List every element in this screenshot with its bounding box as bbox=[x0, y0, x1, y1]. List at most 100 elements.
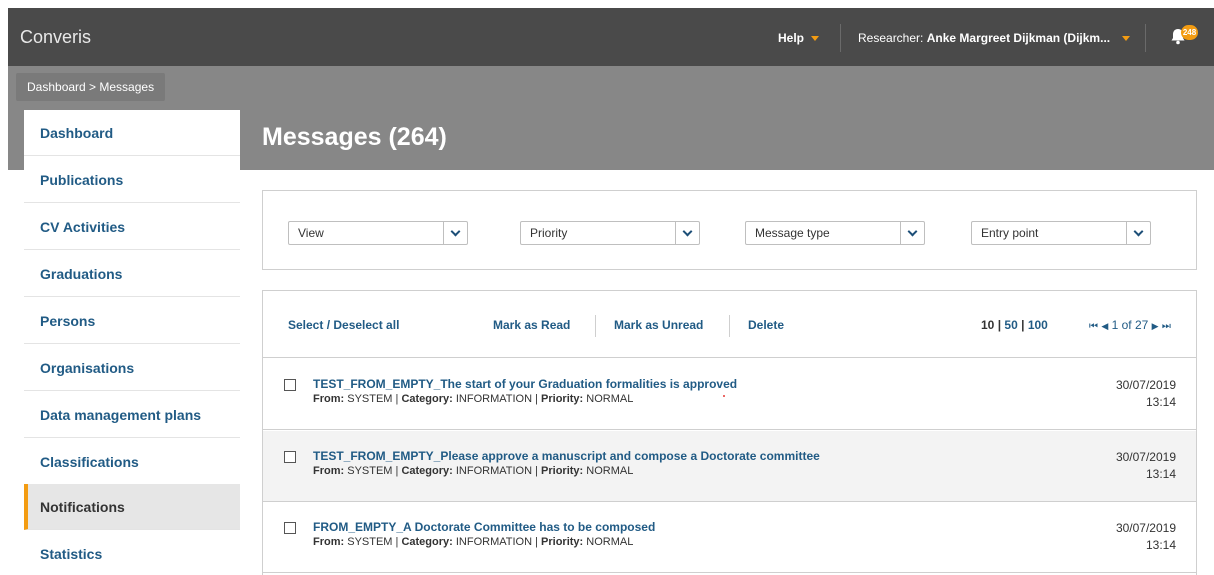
message-meta: From: SYSTEM | Category: INFORMATION | P… bbox=[313, 465, 633, 477]
message-checkbox[interactable] bbox=[284, 379, 296, 391]
page-size-separator: | bbox=[997, 318, 1002, 332]
meta-separator: | bbox=[395, 536, 399, 548]
pagination: ⏮ ◀ 1 of 27 ▶ ⏭ bbox=[1089, 318, 1171, 332]
page-size-selector: 10 | 50 | 100 bbox=[981, 318, 1048, 332]
notification-count-badge: 248 bbox=[1181, 25, 1198, 40]
message-title-link[interactable]: FROM_EMPTY_A Doctorate Committee has to … bbox=[313, 520, 655, 534]
meta-separator: | bbox=[535, 393, 538, 405]
sidebar-item-dashboard[interactable]: Dashboard bbox=[24, 110, 240, 156]
message-type-select-value: Message type bbox=[755, 226, 830, 240]
message-category: INFORMATION bbox=[455, 393, 533, 405]
message-priority: NORMAL bbox=[586, 465, 634, 477]
page-size-separator: | bbox=[1021, 318, 1025, 332]
divider bbox=[840, 24, 841, 52]
next-page-icon[interactable]: ▶ bbox=[1152, 321, 1159, 331]
breadcrumb[interactable]: Dashboard > Messages bbox=[16, 73, 166, 101]
view-select[interactable]: View bbox=[288, 221, 468, 245]
researcher-prefix: Researcher: bbox=[858, 31, 924, 45]
select-deselect-all-link[interactable]: Select / Deselect all bbox=[288, 318, 399, 332]
sidebar-item-graduations[interactable]: Graduations bbox=[24, 251, 240, 297]
sidebar-item-persons[interactable]: Persons bbox=[24, 298, 240, 344]
help-label: Help bbox=[778, 31, 805, 45]
priority-label: Priority: bbox=[541, 465, 584, 477]
category-label: Category: bbox=[401, 393, 453, 405]
unread-dot bbox=[723, 395, 725, 397]
priority-label: Priority: bbox=[541, 536, 584, 548]
meta-separator: | bbox=[395, 465, 399, 477]
message-datetime: 30/07/2019 13:14 bbox=[1116, 520, 1176, 554]
view-select-value: View bbox=[298, 226, 324, 240]
page-title: Messages (264) bbox=[262, 123, 447, 151]
sidebar-item-notifications[interactable]: Notifications bbox=[24, 484, 240, 530]
priority-select-toggle[interactable] bbox=[675, 222, 699, 244]
from-label: From: bbox=[313, 465, 345, 477]
message-priority: NORMAL bbox=[586, 536, 634, 548]
priority-select-value: Priority bbox=[530, 226, 568, 240]
message-row: TEST_FROM_EMPTY_Please approve a manuscr… bbox=[263, 431, 1196, 502]
meta-separator: | bbox=[395, 393, 399, 405]
last-page-icon[interactable]: ⏭ bbox=[1162, 321, 1171, 332]
category-label: Category: bbox=[401, 465, 453, 477]
mark-as-read-link[interactable]: Mark as Read bbox=[493, 318, 570, 332]
entry-point-select-toggle[interactable] bbox=[1126, 222, 1150, 244]
page-size-100[interactable]: 100 bbox=[1028, 318, 1048, 332]
researcher-name: Anke Margreet Dijkman (Dijkm... bbox=[926, 31, 1111, 45]
message-category: INFORMATION bbox=[455, 536, 533, 548]
prev-page-icon[interactable]: ◀ bbox=[1101, 321, 1108, 331]
page-size-10[interactable]: 10 bbox=[981, 318, 994, 332]
view-select-toggle[interactable] bbox=[443, 222, 467, 244]
message-from: SYSTEM bbox=[347, 536, 393, 548]
message-from: SYSTEM bbox=[347, 465, 393, 477]
sidebar-item-organisations[interactable]: Organisations bbox=[24, 345, 240, 391]
message-type-select-toggle[interactable] bbox=[900, 222, 924, 244]
list-actions-bar: Select / Deselect all Mark as Read Mark … bbox=[263, 291, 1196, 358]
message-checkbox[interactable] bbox=[284, 451, 296, 463]
divider bbox=[595, 315, 596, 337]
sidebar-item-cv-activities[interactable]: CV Activities bbox=[24, 204, 240, 250]
message-meta: From: SYSTEM | Category: INFORMATION | P… bbox=[313, 393, 633, 405]
message-meta: From: SYSTEM | Category: INFORMATION | P… bbox=[313, 536, 633, 548]
message-from: SYSTEM bbox=[347, 393, 393, 405]
page-info: 1 of 27 bbox=[1111, 318, 1149, 332]
first-page-icon[interactable]: ⏮ bbox=[1089, 321, 1098, 332]
message-date: 30/07/2019 bbox=[1115, 450, 1176, 464]
researcher-menu[interactable]: Researcher: Anke Margreet Dijkman (Dijkm… bbox=[858, 31, 1131, 45]
message-checkbox[interactable] bbox=[284, 522, 296, 534]
caret-down-icon bbox=[811, 36, 820, 42]
message-row: TEST_FROM_EMPTY_The start of your Gradua… bbox=[263, 359, 1196, 430]
divider bbox=[729, 315, 730, 337]
caret-down-icon bbox=[1122, 36, 1131, 42]
message-priority: NORMAL bbox=[586, 393, 634, 405]
entry-point-select-value: Entry point bbox=[981, 226, 1039, 240]
entry-point-select[interactable]: Entry point bbox=[971, 221, 1151, 245]
filter-panel: View Priority Message type Entry point bbox=[262, 190, 1197, 270]
sidebar-item-publications[interactable]: Publications bbox=[24, 157, 240, 203]
meta-separator: | bbox=[535, 536, 538, 548]
sidebar-nav: Dashboard Publications CV Activities Gra… bbox=[24, 110, 240, 575]
priority-select[interactable]: Priority bbox=[520, 221, 700, 245]
message-datetime: 30/07/2019 13:14 bbox=[1116, 377, 1176, 411]
message-type-select[interactable]: Message type bbox=[745, 221, 925, 245]
from-label: From: bbox=[313, 536, 345, 548]
help-menu[interactable]: Help bbox=[778, 31, 820, 45]
chevron-down-icon bbox=[450, 226, 461, 237]
message-time: 13:14 bbox=[1145, 538, 1176, 552]
chevron-down-icon bbox=[682, 226, 693, 237]
delete-link[interactable]: Delete bbox=[748, 318, 784, 332]
app-logo[interactable]: Converis bbox=[20, 27, 91, 48]
sidebar-item-classifications[interactable]: Classifications bbox=[24, 439, 240, 485]
sidebar-item-data-management-plans[interactable]: Data management plans bbox=[24, 392, 240, 438]
divider bbox=[1145, 24, 1146, 52]
message-title-link[interactable]: TEST_FROM_EMPTY_Please approve a manuscr… bbox=[313, 449, 820, 463]
mark-as-unread-link[interactable]: Mark as Unread bbox=[614, 318, 703, 332]
message-date: 30/07/2019 bbox=[1115, 521, 1176, 535]
page-size-50[interactable]: 50 bbox=[1004, 318, 1017, 332]
from-label: From: bbox=[313, 393, 345, 405]
message-list: Select / Deselect all Mark as Read Mark … bbox=[262, 290, 1197, 575]
message-category: INFORMATION bbox=[455, 465, 533, 477]
chevron-down-icon bbox=[1133, 226, 1144, 237]
sidebar-item-statistics[interactable]: Statistics bbox=[24, 531, 240, 575]
meta-separator: | bbox=[535, 465, 538, 477]
message-title-link[interactable]: TEST_FROM_EMPTY_The start of your Gradua… bbox=[313, 377, 737, 391]
priority-label: Priority: bbox=[541, 393, 584, 405]
